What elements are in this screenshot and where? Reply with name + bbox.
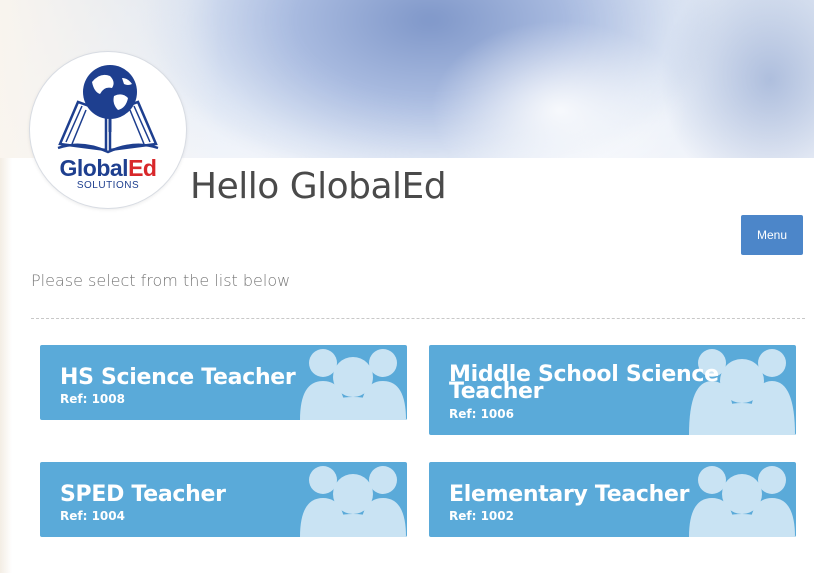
group-people-icon: [300, 349, 406, 420]
group-people-icon: [300, 466, 406, 537]
job-title: HS Science Teacher: [60, 365, 296, 390]
job-card-middle-school-science-teacher[interactable]: Middle School Science Teacher Ref: 1006: [429, 345, 796, 435]
job-ref: Ref: 1004: [60, 509, 125, 523]
page-title: Hello GlobalEd: [190, 166, 447, 207]
logo-name-ed: Ed: [128, 155, 157, 181]
job-card-sped-teacher[interactable]: SPED Teacher Ref: 1004: [40, 462, 407, 537]
globaled-logo[interactable]: GlobalEd SOLUTIONS: [30, 52, 186, 208]
job-ref: Ref: 1008: [60, 392, 125, 406]
logo-wordmark: GlobalEd: [30, 156, 186, 180]
section-divider: [31, 318, 805, 319]
group-people-icon: [689, 349, 795, 435]
job-ref: Ref: 1002: [449, 509, 514, 523]
job-title-line2: Teacher: [449, 379, 544, 404]
job-card-elementary-teacher[interactable]: Elementary Teacher Ref: 1002: [429, 462, 796, 537]
job-title: SPED Teacher: [60, 482, 226, 507]
instruction-text: Please select from the list below: [31, 271, 291, 290]
logo-tagline: SOLUTIONS: [76, 180, 140, 191]
group-people-icon: [689, 466, 795, 537]
job-ref: Ref: 1006: [449, 407, 514, 421]
job-title: Elementary Teacher: [449, 482, 690, 507]
menu-button[interactable]: Menu: [741, 215, 803, 255]
logo-name-global: Global: [59, 155, 129, 181]
job-card-hs-science-teacher[interactable]: HS Science Teacher Ref: 1008: [40, 345, 407, 420]
